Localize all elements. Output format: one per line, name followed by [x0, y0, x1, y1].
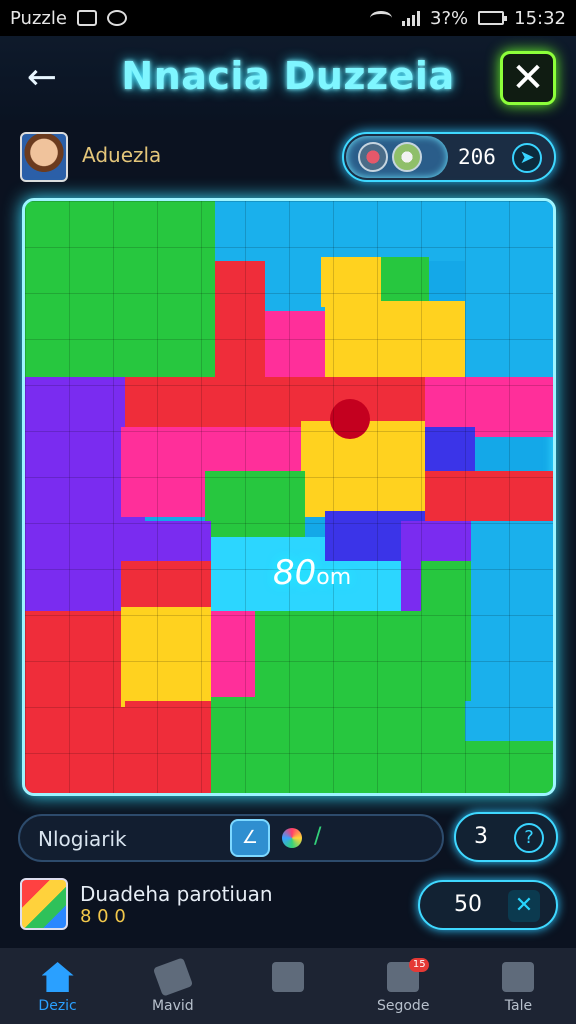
puzzle-region: [321, 257, 381, 307]
score-pill-icons: [346, 136, 448, 178]
puzzle-region: [215, 201, 553, 261]
color-picker-icon[interactable]: [282, 828, 302, 848]
nav-label: Dezic: [38, 998, 77, 1014]
puzzle-region: [421, 561, 471, 711]
house-arrow-icon: [272, 962, 304, 992]
hint-pill[interactable]: 3 ?: [454, 812, 558, 862]
clock: 15:32: [514, 7, 566, 29]
puzzle-region: [211, 697, 261, 793]
settings-icon: [106, 10, 127, 26]
avatar[interactable]: [20, 132, 68, 182]
close-button[interactable]: ✕: [500, 51, 556, 105]
hint-arrow-icon: ?: [514, 823, 544, 853]
puzzle-region: [425, 427, 475, 477]
nav-label: Tale: [504, 998, 533, 1014]
puzzle-region: [25, 611, 125, 793]
board-center-value: 80: [273, 553, 317, 593]
nav-label: Segode: [376, 998, 430, 1014]
coin-pill[interactable]: 50 ✕: [418, 880, 558, 930]
player-name: Aduezla: [82, 143, 162, 167]
puzzle-region: [205, 471, 305, 541]
tag-icon: [152, 957, 193, 997]
achievement-title: Duadeha parotiuan: [80, 882, 273, 906]
board-center-suffix: om: [316, 565, 352, 590]
puzzle-region: [301, 421, 425, 517]
puzzle-region: [211, 611, 261, 701]
nav-item-tale[interactable]: Tale: [461, 948, 576, 1024]
toolbar-label: Nlogiarik: [38, 827, 127, 851]
app-name: Puzzle: [10, 7, 67, 29]
share-arrow-icon[interactable]: ➤: [512, 143, 542, 173]
nav-label: Mavid: [151, 998, 194, 1014]
status-bar: Puzzle 3?% 15:32: [0, 0, 576, 36]
score-value: 206: [458, 145, 496, 169]
puzzle-region: [471, 521, 553, 611]
battery-icon: [478, 11, 508, 25]
nav-item-mavid[interactable]: Mavid: [115, 948, 230, 1024]
puzzle-region: [465, 701, 553, 741]
pencil-icon[interactable]: /: [314, 824, 321, 849]
board-center-label: 80om: [273, 553, 351, 593]
puzzle-region: [215, 261, 265, 381]
puzzle-region: [325, 301, 465, 381]
nav-item-dezic[interactable]: Dezic: [0, 948, 115, 1024]
coin-value: 50: [454, 892, 482, 917]
puzzle-region: [121, 607, 211, 707]
toolbar: Nlogiarik ∠ /: [18, 814, 444, 862]
close-box-icon: ✕: [508, 890, 540, 922]
edit-icon: ∠: [241, 827, 259, 848]
puzzle-region: [25, 201, 215, 381]
close-icon: ✕: [511, 55, 545, 101]
signal-icon: [402, 10, 421, 26]
score-pill[interactable]: 206 ➤: [342, 132, 556, 182]
player-row: Aduezla 206 ➤: [0, 124, 576, 194]
achievement-subtitle: 8 0 0: [80, 906, 126, 927]
team-avatar-icon: [392, 142, 422, 172]
bottom-nav: Dezic Mavid 15 Segode Tale: [0, 948, 576, 1024]
wifi-icon: [370, 11, 393, 25]
puzzle-region: [471, 611, 553, 711]
game-thumbnail[interactable]: [20, 878, 68, 930]
puzzle-region: [381, 257, 429, 307]
puzzle-board[interactable]: 80om: [22, 198, 556, 796]
opponent-avatar-icon: [358, 142, 388, 172]
nav-item-segode[interactable]: 15 Segode: [346, 948, 461, 1024]
page-title: Nnacia Duzzeia: [121, 54, 455, 98]
notification-badge: 15: [409, 958, 430, 972]
edit-tool-button[interactable]: ∠: [230, 819, 270, 857]
battery-percent: 3?%: [430, 7, 469, 29]
home-icon: [41, 962, 74, 992]
puzzle-marker: [330, 399, 370, 439]
puzzle-region: [255, 611, 425, 793]
puzzle-pieces: [25, 201, 553, 793]
puzzle-region: [465, 261, 553, 381]
puzzle-region: [121, 561, 211, 611]
puzzle-region: [425, 471, 553, 527]
header: ← Nnacia Duzzeia ✕: [0, 36, 576, 120]
nav-item-home-arrow[interactable]: [230, 948, 345, 1024]
grid-icon: [502, 962, 535, 992]
message-icon: [76, 10, 97, 26]
hint-count: 3: [474, 824, 488, 849]
